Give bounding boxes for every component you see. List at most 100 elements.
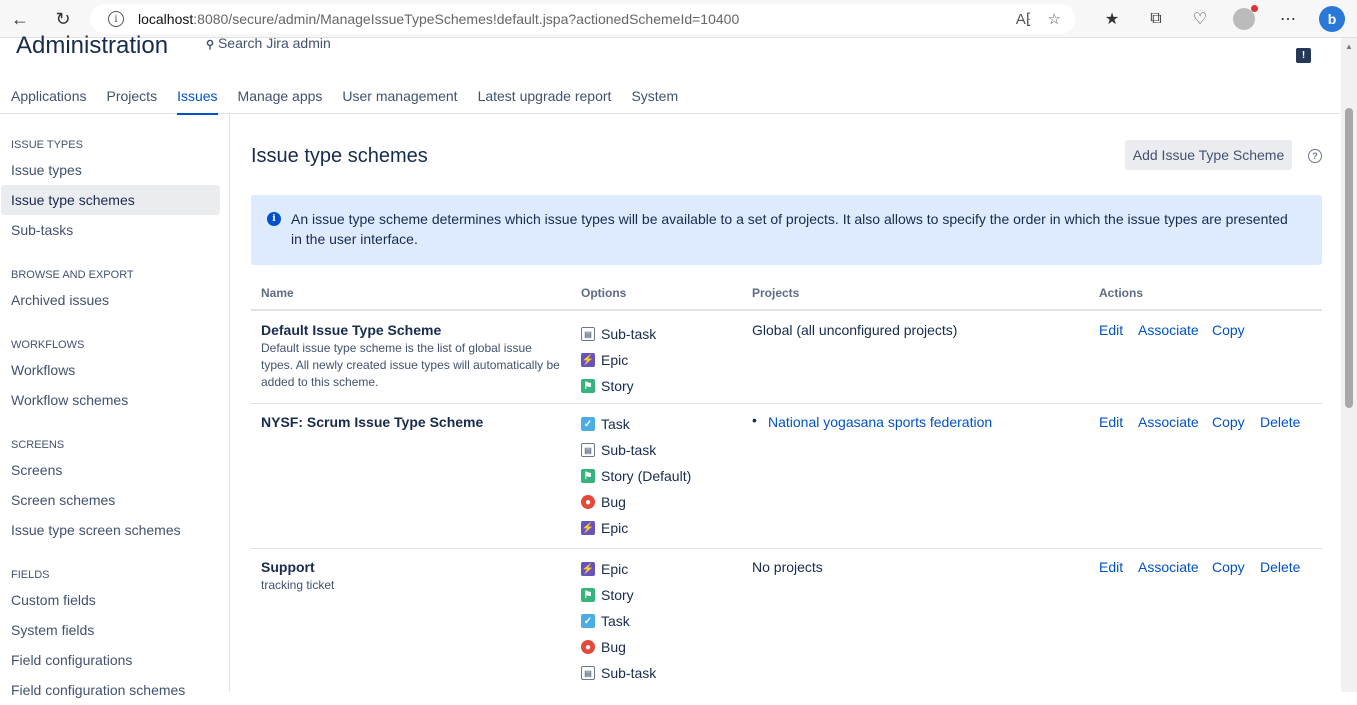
- column-header-options: Options: [581, 286, 627, 300]
- sidebar-heading-browse-export: BROWSE AND EXPORT: [11, 269, 134, 281]
- sidebar-item-screens[interactable]: Screens: [1, 455, 220, 485]
- subtask-icon: ▤: [581, 327, 595, 341]
- page-heading-administration: Administration: [16, 32, 169, 59]
- option-item: ▤ Sub-task: [581, 324, 656, 344]
- tab-user-management[interactable]: User management: [342, 80, 457, 114]
- sidebar-item-field-configuration-schemes[interactable]: Field configuration schemes: [1, 675, 220, 705]
- edit-link[interactable]: Edit: [1099, 414, 1123, 430]
- scheme-projects: Global (all unconfigured projects): [752, 322, 958, 338]
- info-text: An issue type scheme determines which is…: [291, 211, 1288, 247]
- page-title: Issue type schemes: [251, 145, 428, 167]
- sidebar-heading-screens: SCREENS: [11, 439, 65, 451]
- url-host: localhost: [138, 11, 194, 27]
- option-item: ⚑ Story: [581, 585, 634, 605]
- epic-icon: ⚡: [581, 562, 595, 576]
- scheme-name: Support: [261, 559, 315, 575]
- scheme-description: Default issue type scheme is the list of…: [261, 341, 560, 389]
- bug-icon: ●: [581, 640, 595, 654]
- copy-link[interactable]: Copy: [1212, 322, 1245, 338]
- profile-avatar[interactable]: [1222, 0, 1266, 38]
- story-icon: ⚑: [581, 379, 595, 393]
- edit-link[interactable]: Edit: [1099, 559, 1123, 575]
- option-item: ⚑ Story: [581, 376, 634, 396]
- delete-link[interactable]: Delete: [1260, 414, 1300, 430]
- sidebar-item-issue-type-schemes[interactable]: Issue type schemes: [1, 185, 220, 215]
- sidebar-item-system-fields[interactable]: System fields: [1, 615, 220, 645]
- sidebar-item-sub-tasks[interactable]: Sub-tasks: [1, 215, 220, 245]
- table-row: Support tracking ticket ⚡ Epic ⚑ Story ✓ Ta…: [251, 549, 1322, 699]
- option-item: ✓ Task: [581, 414, 630, 434]
- search-label: Search Jira admin: [217, 35, 331, 51]
- associate-link[interactable]: Associate: [1138, 322, 1199, 338]
- url-path: :8080/secure/admin/ManageIssueTypeScheme…: [193, 11, 740, 27]
- admin-sidebar: ISSUE TYPES Issue types Issue type schem…: [0, 115, 230, 698]
- bullet-icon: •: [752, 412, 757, 428]
- more-menu-icon[interactable]: ⋯: [1266, 0, 1310, 38]
- subtask-icon: ▤: [581, 666, 595, 680]
- admin-top-nav: Applications Projects Issues Manage apps…: [0, 80, 1340, 115]
- sidebar-heading-workflows: WORKFLOWS: [11, 339, 85, 351]
- tab-manage-apps[interactable]: Manage apps: [238, 80, 323, 114]
- delete-link[interactable]: Delete: [1260, 559, 1300, 575]
- edit-link[interactable]: Edit: [1099, 322, 1123, 338]
- associate-link[interactable]: Associate: [1138, 559, 1199, 575]
- sidebar-item-workflow-schemes[interactable]: Workflow schemes: [1, 385, 220, 415]
- option-item: ⚑ Story (Default): [581, 466, 691, 486]
- column-header-actions: Actions: [1099, 286, 1144, 300]
- epic-icon: ⚡: [581, 353, 595, 367]
- search-jira-admin[interactable]: ⚲ Search Jira admin: [206, 35, 331, 51]
- sidebar-heading-fields: FIELDS: [11, 569, 50, 581]
- column-header-name: Name: [261, 286, 294, 300]
- add-issue-type-scheme-button[interactable]: Add Issue Type Scheme: [1125, 140, 1292, 170]
- sidebar-item-screen-schemes[interactable]: Screen schemes: [1, 485, 220, 515]
- task-icon: ✓: [581, 614, 595, 628]
- info-message: i An issue type scheme determines which …: [251, 195, 1322, 265]
- sidebar-item-archived-issues[interactable]: Archived issues: [1, 285, 220, 315]
- favorites-icon[interactable]: ★: [1090, 0, 1134, 38]
- site-info-icon[interactable]: i: [108, 11, 124, 27]
- copy-link[interactable]: Copy: [1212, 559, 1245, 575]
- address-bar[interactable]: i localhost:8080/secure/admin/ManageIssu…: [90, 4, 1075, 34]
- option-item: ✓ Task: [581, 611, 630, 631]
- option-item: ⚡ Epic: [581, 561, 629, 577]
- tab-latest-upgrade-report[interactable]: Latest upgrade report: [478, 80, 612, 114]
- tab-projects[interactable]: Projects: [107, 80, 158, 114]
- help-icon[interactable]: ?: [1308, 149, 1322, 163]
- project-link[interactable]: National yogasana sports federation: [768, 414, 992, 430]
- copy-link[interactable]: Copy: [1212, 414, 1245, 430]
- add-favorite-icon[interactable]: ☆: [1048, 10, 1061, 28]
- scroll-up-icon[interactable]: ▲: [1345, 42, 1353, 51]
- subtask-icon: ▤: [581, 443, 595, 457]
- sidebar-heading-issue-types: ISSUE TYPES: [11, 139, 83, 151]
- collections-icon[interactable]: ⧉: [1134, 0, 1178, 38]
- sidebar-item-workflows[interactable]: Workflows: [1, 355, 220, 385]
- epic-icon: ⚡: [581, 521, 595, 535]
- sidebar-item-issue-types[interactable]: Issue types: [1, 155, 220, 185]
- tab-applications[interactable]: Applications: [11, 80, 87, 114]
- table-row: NYSF: Scrum Issue Type Scheme ✓ Task ▤ Sub…: [251, 404, 1322, 549]
- read-aloud-icon[interactable]: A⁅: [1016, 10, 1032, 28]
- browser-toolbar: ← ↻ i localhost:8080/secure/admin/Manage…: [0, 0, 1357, 38]
- column-header-projects: Projects: [752, 286, 800, 300]
- scroll-thumb[interactable]: [1345, 108, 1353, 408]
- page-scrollbar[interactable]: ▲: [1341, 38, 1357, 692]
- scheme-description: tracking ticket: [261, 578, 335, 592]
- sidebar-item-field-configurations[interactable]: Field configurations: [1, 645, 220, 675]
- option-item: ● Bug: [581, 492, 626, 512]
- bing-icon[interactable]: b: [1310, 0, 1354, 38]
- feedback-icon[interactable]: !: [1296, 48, 1311, 63]
- option-item: ▤ Sub-task: [581, 663, 656, 683]
- tab-system[interactable]: System: [631, 80, 678, 114]
- task-icon: ✓: [581, 417, 595, 431]
- table-row: Default Issue Type Scheme Default issue …: [251, 311, 1322, 404]
- option-item: ⚡ Epic: [581, 520, 629, 536]
- sidebar-item-issue-type-screen-schemes[interactable]: Issue type screen schemes: [1, 515, 220, 545]
- option-item: ⚡ Epic: [581, 352, 629, 368]
- tab-issues[interactable]: Issues: [177, 80, 219, 115]
- search-icon: ⚲: [206, 39, 215, 51]
- sidebar-item-custom-fields[interactable]: Custom fields: [1, 585, 220, 615]
- health-icon[interactable]: ♡: [1178, 0, 1222, 38]
- associate-link[interactable]: Associate: [1138, 414, 1199, 430]
- info-icon: i: [267, 212, 281, 226]
- scheme-name: Default Issue Type Scheme: [261, 322, 442, 338]
